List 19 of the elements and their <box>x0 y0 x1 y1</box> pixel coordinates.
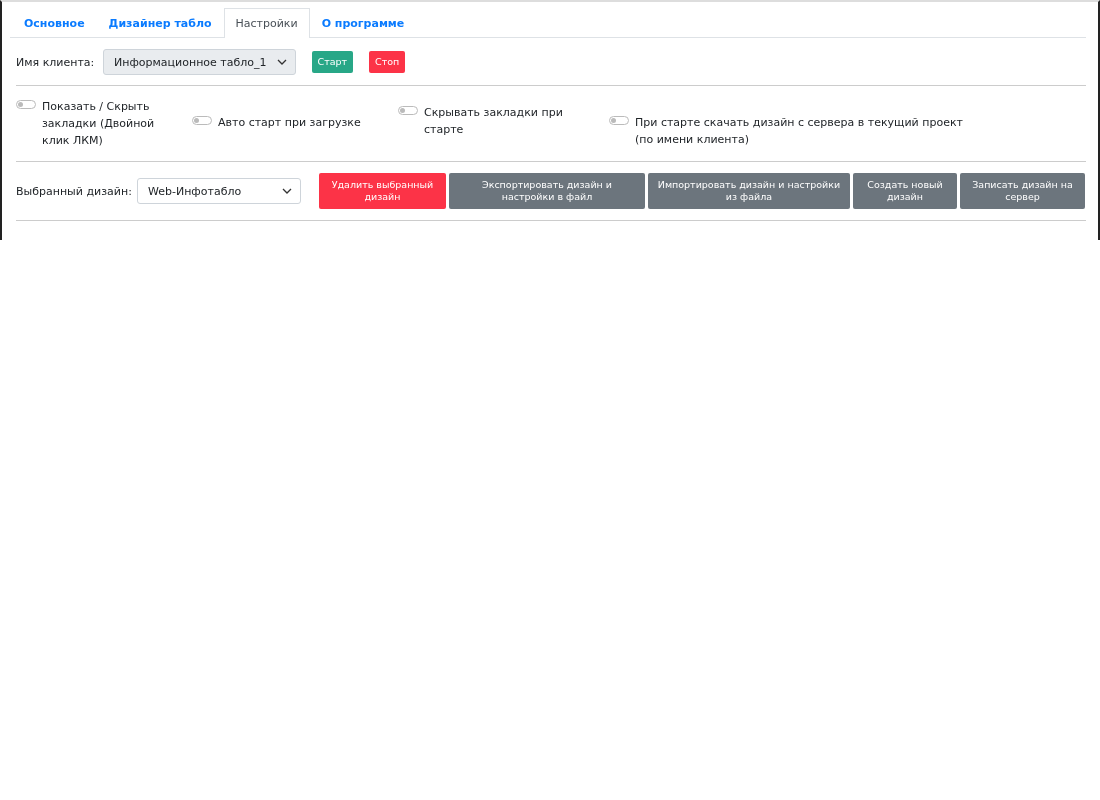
toggle-label: Авто старт при загрузке <box>218 115 362 131</box>
action-button[interactable]: Экспортировать дизайн и настройки в файл <box>449 173 645 210</box>
tab[interactable]: Настройки <box>223 8 310 38</box>
action-button[interactable]: Удалить выбранный дизайн <box>319 173 446 210</box>
action-button[interactable]: Импортировать дизайн и настройки из файла <box>648 173 850 210</box>
toggle-label: Скрывать закладки при старте <box>424 105 564 139</box>
action-button[interactable]: Записать дизайн на сервер <box>960 173 1085 210</box>
tab[interactable]: Основное <box>12 8 97 38</box>
tab[interactable]: О программе <box>309 8 417 38</box>
toggle-label: Показать / Скрыть закладки (Двойной клик ЛКМ) <box>42 99 156 150</box>
field-label: Имя клиента: <box>16 55 96 69</box>
design-dropdown[interactable]: Web-Инфотабло <box>137 178 301 205</box>
tab[interactable]: Дизайнер табло <box>96 8 224 38</box>
start-button[interactable]: Старт <box>311 50 354 74</box>
client-dropdown[interactable]: Информационное табло_1 <box>103 49 296 75</box>
action-button[interactable]: Создать новый дизайн <box>853 173 957 210</box>
field-label: Выбранный дизайн: <box>16 184 133 198</box>
toggle-label: При старте скачать дизайн с сервера в текущий проект (по имени клиента) <box>635 115 964 149</box>
stop-button[interactable]: Стоп <box>369 50 406 74</box>
